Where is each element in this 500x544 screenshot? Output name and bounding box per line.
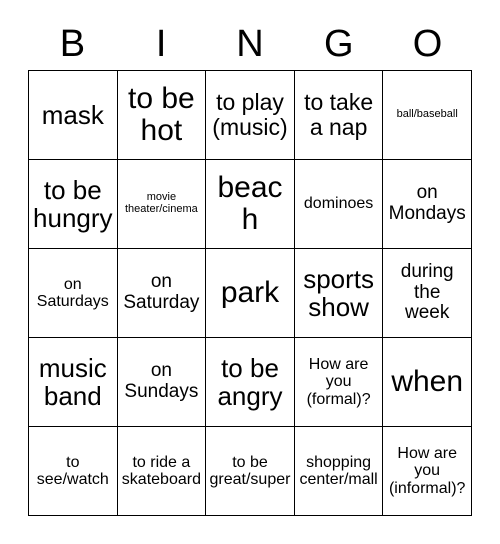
bingo-cell-text: shopping center/mall — [299, 453, 378, 488]
bingo-cell[interactable]: ball/baseball — [383, 71, 472, 160]
bingo-cell[interactable]: mask — [29, 71, 118, 160]
bingo-cell[interactable]: movie theater/cinema — [117, 160, 207, 249]
bingo-cell[interactable]: to be hot — [117, 71, 207, 160]
bingo-cell-text: on Mondays — [388, 182, 466, 224]
bingo-cell-text: How are you (formal)? — [306, 356, 371, 408]
bingo-cell[interactable]: on Sundays — [117, 338, 207, 427]
bingo-cell[interactable]: to play (music) — [206, 71, 295, 160]
bingo-cell[interactable]: beach — [206, 160, 295, 249]
bingo-cell-text: beach — [217, 170, 283, 236]
bingo-cell[interactable]: on Saturdays — [29, 249, 118, 338]
bingo-cell-text: to take a nap — [304, 89, 374, 140]
bingo-cell[interactable]: to be great/super — [206, 427, 295, 516]
bingo-cell-text: on Saturdays — [36, 275, 109, 310]
bingo-cell[interactable]: shopping center/mall — [294, 427, 384, 516]
header-letter-g: G — [324, 23, 354, 65]
bingo-cell[interactable]: to be angry — [206, 338, 295, 427]
bingo-cell-text: when — [391, 364, 464, 398]
bingo-cell[interactable]: dominoes — [294, 160, 384, 249]
bingo-cell-text: on Sundays — [124, 360, 199, 402]
header-letter-b: B — [59, 23, 86, 65]
bingo-header-row: B I N G O — [28, 18, 472, 70]
bingo-cell-text: music band — [38, 352, 107, 411]
bingo-cell-text: mask — [41, 99, 104, 130]
bingo-cell[interactable]: park — [206, 249, 295, 338]
bingo-cell-text: on Saturday — [123, 271, 200, 313]
bingo-cell-text: ball/baseball — [396, 108, 458, 121]
bingo-cell[interactable]: How are you (informal)? — [383, 427, 472, 516]
bingo-cell-text: dominoes — [303, 195, 374, 213]
bingo-cell[interactable]: on Saturday — [117, 249, 207, 338]
bingo-cell-text: during the week — [400, 261, 454, 324]
bingo-cell-text: to be hot — [128, 81, 195, 147]
bingo-cell[interactable]: to be hungry — [29, 160, 118, 249]
bingo-cell-text: to be angry — [217, 352, 283, 411]
bingo-cell-text: sports show — [303, 263, 374, 322]
bingo-cell-text: movie theater/cinema — [125, 191, 198, 215]
bingo-card: B I N G O mask to be hot to play (music)… — [0, 0, 500, 544]
bingo-cell-text: How are you (informal)? — [388, 445, 466, 497]
bingo-cell[interactable]: How are you (formal)? — [294, 338, 384, 427]
header-letter-o: O — [412, 23, 443, 65]
bingo-cell[interactable]: on Mondays — [383, 160, 472, 249]
header-letter-n: N — [236, 23, 264, 65]
bingo-cell[interactable]: to ride a skateboard — [117, 427, 207, 516]
header-letter-i: I — [155, 23, 167, 65]
bingo-cell-text: to be great/super — [209, 453, 291, 488]
bingo-cell-text: to play (music) — [212, 89, 288, 140]
bingo-cell-text: park — [220, 275, 280, 309]
bingo-cell-text: to be hungry — [33, 174, 113, 233]
bingo-cell[interactable]: to take a nap — [294, 71, 384, 160]
bingo-grid: mask to be hot to play (music) to take a… — [28, 70, 472, 516]
bingo-cell[interactable]: to see/watch — [29, 427, 118, 516]
bingo-cell[interactable]: music band — [29, 338, 118, 427]
bingo-cell-text: to ride a skateboard — [121, 453, 201, 488]
bingo-cell-text: to see/watch — [36, 453, 109, 488]
bingo-cell[interactable]: during the week — [383, 249, 472, 338]
bingo-cell[interactable]: when — [383, 338, 472, 427]
bingo-cell[interactable]: sports show — [294, 249, 384, 338]
